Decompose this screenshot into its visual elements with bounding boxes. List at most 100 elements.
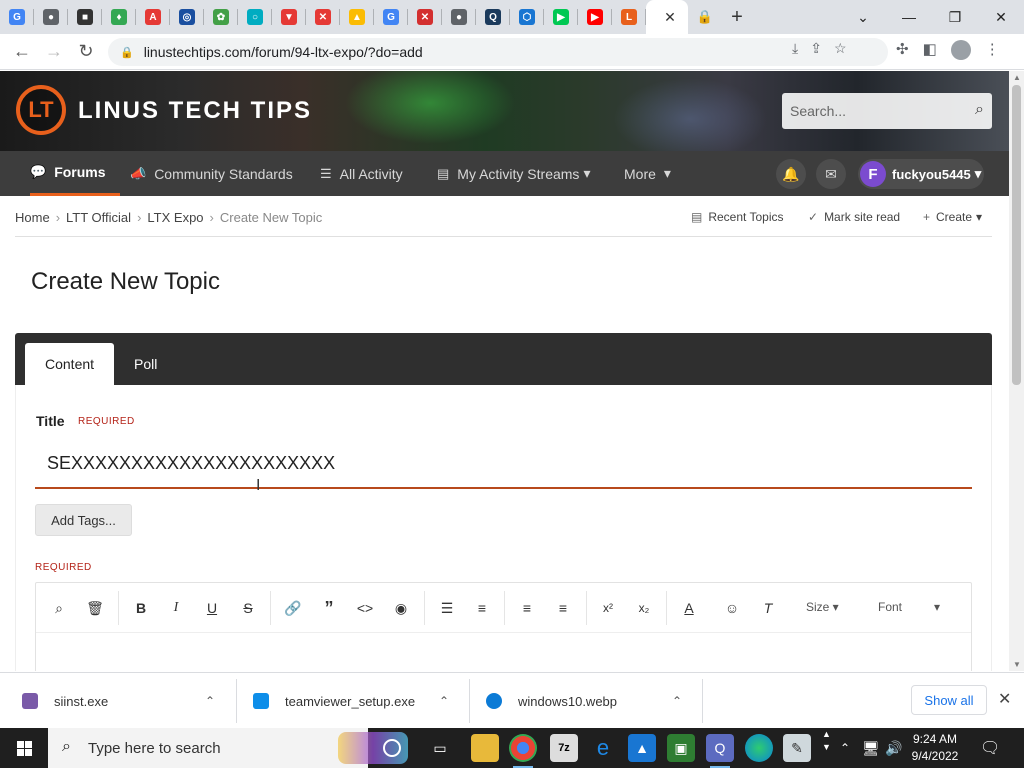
nav-all-activity[interactable]: ☰ All Activity — [320, 151, 403, 196]
maximize-button[interactable]: ❐ — [932, 0, 978, 34]
file-explorer-icon[interactable] — [471, 734, 499, 762]
tab-youtube[interactable]: ▶ — [578, 0, 612, 34]
new-tab-button[interactable]: + — [722, 0, 752, 34]
italic-icon[interactable]: I — [165, 597, 187, 619]
tab-active-ltt[interactable]: ✕ — [646, 0, 688, 34]
breadcrumb-ltt-official[interactable]: LTT Official — [66, 210, 131, 225]
install-icon[interactable]: ⤓ — [792, 40, 798, 57]
forward-icon[interactable]: → — [38, 36, 70, 68]
trash-icon[interactable]: 🗑 — [84, 597, 106, 619]
bulleted-list-icon[interactable]: ☰ — [436, 597, 458, 619]
tab-ltt[interactable]: L — [612, 0, 646, 34]
user-menu[interactable]: F fuckyou5445 ▾ — [858, 159, 984, 189]
emoji-icon[interactable]: ☺ — [721, 597, 743, 619]
site-search-input[interactable]: Search... ⌕ — [782, 93, 992, 129]
scroll-up-icon[interactable]: ▲ — [1013, 73, 1021, 82]
taskbar-scroll-arrows[interactable]: ▲ ▼ — [822, 728, 831, 768]
nav-more[interactable]: More ▾ — [624, 151, 671, 196]
start-button[interactable] — [0, 728, 48, 768]
minimize-button[interactable]: — — [886, 0, 932, 34]
size-dropdown[interactable]: Size ▾ — [806, 600, 839, 614]
window-close-button[interactable]: ✕ — [978, 0, 1024, 34]
close-downloads-icon[interactable]: ✕ — [998, 689, 1011, 709]
notifications-bell-icon[interactable]: 🔔 — [776, 159, 806, 189]
create-menu[interactable]: + Create ▾ — [923, 210, 982, 224]
text-color-icon[interactable]: A — [678, 597, 700, 619]
tab-blue-circle[interactable]: ◎ — [170, 0, 204, 34]
show-all-downloads-button[interactable]: Show all — [911, 685, 987, 715]
link-icon[interactable]: 🔗 — [282, 597, 304, 619]
breadcrumb-home[interactable]: Home — [15, 210, 50, 225]
back-icon[interactable]: ← — [6, 36, 38, 68]
title-input[interactable] — [35, 439, 972, 489]
scrollbar-thumb[interactable] — [1012, 85, 1021, 385]
system-clock[interactable]: 9:24 AM 9/4/2022 — [905, 731, 965, 765]
tab-shield2[interactable]: ✕ — [306, 0, 340, 34]
nav-my-activity-streams[interactable]: ▤ My Activity Streams ▾ — [437, 151, 590, 196]
superscript-icon[interactable]: x² — [597, 597, 619, 619]
scroll-down-icon[interactable]: ▼ — [1013, 660, 1021, 669]
tab-green[interactable]: ✿ — [204, 0, 238, 34]
share-icon[interactable]: ⇪ — [810, 40, 822, 57]
chevron-up-icon[interactable]: ⌃ — [672, 694, 682, 708]
align-left-icon[interactable]: ≡ — [516, 597, 538, 619]
volume-icon[interactable]: 🔊 — [885, 728, 902, 768]
tab-search-icon[interactable]: ⌄ — [840, 0, 886, 34]
bookmark-star-icon[interactable]: ☆ — [834, 40, 847, 57]
tab-globe[interactable]: ● — [34, 0, 68, 34]
chrome-taskbar-icon[interactable] — [509, 734, 537, 768]
taskbar-search-box[interactable]: ⌕ Type here to search — [48, 728, 408, 768]
spoiler-eye-icon[interactable]: ◉ — [390, 597, 412, 619]
address-bar[interactable]: 🔒 linustechtips.com/forum/94-ltx-expo/?d… — [108, 38, 888, 66]
q-app-icon[interactable]: Q — [706, 734, 734, 768]
tab-globe2[interactable]: ● — [442, 0, 476, 34]
photos-icon[interactable]: ▲ — [628, 734, 656, 762]
profile-avatar-icon[interactable] — [950, 40, 971, 60]
chevron-up-icon[interactable]: ⌃ — [205, 694, 215, 708]
close-tab-icon[interactable]: ✕ — [664, 9, 676, 26]
task-view-icon[interactable]: ▭ — [426, 734, 454, 762]
bold-icon[interactable]: B — [130, 597, 152, 619]
breadcrumb-ltx-expo[interactable]: LTX Expo — [147, 210, 203, 225]
tab-play[interactable]: ▶ — [544, 0, 578, 34]
paint-icon[interactable]: ✎ — [783, 734, 811, 762]
network-icon[interactable]: 🖥 — [862, 728, 880, 768]
tab-teal[interactable]: ○ — [238, 0, 272, 34]
align-center-icon[interactable]: ≡ — [552, 597, 574, 619]
tab-shield1[interactable]: ▼ — [272, 0, 306, 34]
tab-content[interactable]: Content — [25, 343, 115, 385]
tab-drive[interactable]: ▲ — [340, 0, 374, 34]
tab-google[interactable]: G — [0, 0, 34, 34]
side-panel-icon[interactable]: ◧ — [923, 40, 937, 60]
add-tags-button[interactable]: Add Tags... — [35, 504, 132, 536]
nav-forums[interactable]: 💬 Forums — [30, 151, 120, 196]
recent-topics-link[interactable]: ▤ Recent Topics — [691, 210, 784, 224]
search-icon[interactable]: ⌕ — [975, 101, 984, 119]
edge-taskbar-icon[interactable] — [745, 734, 773, 762]
tab-padlock[interactable]: 🔒 — [688, 0, 722, 34]
notifications-icon[interactable]: 🗨 — [980, 738, 1000, 758]
font-dropdown[interactable]: Font ▾ — [878, 600, 940, 614]
download-item-teamviewer[interactable]: teamviewer_setup.exe — [253, 673, 415, 729]
chevron-up-icon[interactable]: ⌃ — [439, 694, 449, 708]
preview-source-icon[interactable]: ⌕ — [48, 597, 70, 619]
download-item-windows10[interactable]: windows10.webp — [486, 673, 617, 729]
page-scrollbar[interactable]: ▲ ▼ — [1009, 71, 1024, 671]
subscript-icon[interactable]: x₂ — [633, 597, 655, 619]
numbered-list-icon[interactable]: ≡ — [471, 597, 493, 619]
messages-envelope-icon[interactable]: ✉ — [816, 159, 846, 189]
tab-q[interactable]: Q — [476, 0, 510, 34]
7zip-icon[interactable]: 7z — [550, 734, 578, 762]
tab-hex[interactable]: ⬡ — [510, 0, 544, 34]
mark-site-read-link[interactable]: ✓ Mark site read — [808, 210, 900, 224]
download-item-siinst[interactable]: siinst.exe — [22, 673, 108, 729]
site-logo-text[interactable]: LINUS TECH TIPS — [78, 97, 312, 125]
browser-menu-icon[interactable]: ⋮ — [985, 40, 1000, 60]
tab-google2[interactable]: G — [374, 0, 408, 34]
underline-icon[interactable]: U — [201, 597, 223, 619]
remote-desktop-icon[interactable]: ▣ — [667, 734, 695, 762]
show-hidden-icons-icon[interactable]: ⌃ — [840, 728, 850, 768]
clear-format-icon[interactable]: T — [757, 597, 779, 619]
extensions-icon[interactable]: ✣ — [896, 40, 909, 60]
ltt-logo-icon[interactable]: LT — [16, 85, 66, 135]
